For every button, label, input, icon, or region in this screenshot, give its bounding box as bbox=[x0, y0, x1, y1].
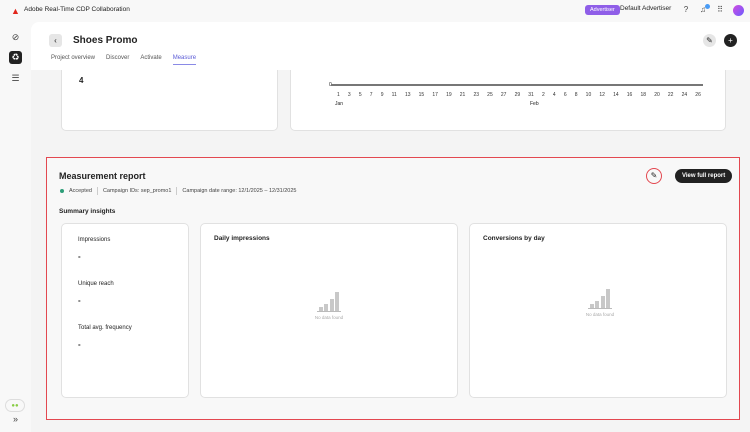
tab-bar: Project overview Discover Activate Measu… bbox=[51, 55, 197, 65]
metric-value: - bbox=[78, 340, 81, 349]
x-tick-label: 4 bbox=[552, 92, 556, 98]
status-text: Accepted bbox=[69, 188, 92, 194]
sidebar-collaboration-icon[interactable]: ♻ bbox=[9, 51, 22, 64]
x-tick-label: 10 bbox=[585, 92, 592, 98]
tab-measure[interactable]: Measure bbox=[172, 55, 197, 65]
edit-report-button[interactable]: ✎ bbox=[646, 168, 662, 184]
x-tick-label: 19 bbox=[446, 92, 452, 98]
tab-discover[interactable]: Discover bbox=[106, 55, 129, 65]
x-tick-label: 14 bbox=[613, 92, 619, 98]
x-tick-label: 13 bbox=[404, 92, 411, 98]
x-tick-label: 27 bbox=[500, 92, 507, 98]
account-switcher[interactable]: Default Advertiser bbox=[620, 5, 671, 12]
x-tick-label: 31 bbox=[528, 92, 534, 98]
x-axis-ticks: 1 3 5 7 9 11 13 15 17 19 21 23 25 27 29 31 2 4 6 8 10 12 14 16 1… bbox=[337, 92, 701, 98]
tab-activate[interactable]: Activate bbox=[140, 55, 161, 65]
x-tick-label: 29 bbox=[514, 92, 521, 98]
x-tick-label: 17 bbox=[432, 92, 438, 98]
page-header: ‹ Shoes Promo Project overview Discover … bbox=[31, 22, 750, 70]
main-panel: ‹ Shoes Promo Project overview Discover … bbox=[31, 22, 750, 432]
x-tick-label: 23 bbox=[473, 92, 480, 98]
month-label-jan: Jan bbox=[335, 101, 344, 107]
status-dot-icon bbox=[60, 189, 64, 193]
help-icon[interactable]: ? bbox=[681, 5, 691, 15]
metric-label: Impressions bbox=[78, 237, 111, 243]
expand-sidebar-icon[interactable]: » bbox=[9, 413, 22, 426]
view-full-report-button[interactable]: View full report bbox=[675, 169, 733, 183]
card-value: 4 bbox=[79, 76, 84, 85]
tab-project-overview[interactable]: Project overview bbox=[51, 55, 95, 65]
x-tick-label: 16 bbox=[626, 92, 633, 98]
x-tick-label: 11 bbox=[391, 92, 397, 98]
campaign-ids: Campaign IDs: sep_promo1 bbox=[102, 188, 172, 194]
x-tick-label: 2 bbox=[541, 92, 545, 98]
x-tick-label: 3 bbox=[347, 92, 351, 98]
x-tick-label: 15 bbox=[418, 92, 425, 98]
month-label-feb: Feb bbox=[530, 101, 539, 107]
x-tick-label: 26 bbox=[695, 92, 701, 98]
measurement-report-section: Measurement report Accepted Campaign IDs… bbox=[46, 157, 740, 420]
avatar[interactable] bbox=[733, 5, 744, 16]
edit-project-button[interactable]: ✎ bbox=[703, 34, 716, 47]
x-tick-label: 8 bbox=[574, 92, 578, 98]
chart-title: Daily impressions bbox=[214, 235, 270, 242]
page-title: Shoes Promo bbox=[73, 35, 138, 46]
empty-state: No data found bbox=[299, 292, 359, 320]
x-axis-line bbox=[331, 84, 703, 86]
conversions-card: Conversions by day No data found bbox=[469, 223, 727, 398]
apps-grid-icon[interactable]: ⠿ bbox=[715, 5, 725, 15]
empty-text: No data found bbox=[314, 315, 344, 320]
x-tick-label: 24 bbox=[681, 92, 688, 98]
x-tick-label: 9 bbox=[380, 92, 384, 98]
x-tick-label: 22 bbox=[667, 92, 674, 98]
daily-impressions-card: Daily impressions No data found bbox=[200, 223, 458, 398]
bar-chart-icon bbox=[588, 289, 612, 309]
bar-chart-icon bbox=[317, 292, 341, 312]
report-title: Measurement report bbox=[59, 171, 146, 181]
metric-label: Total avg. frequency bbox=[78, 325, 132, 331]
empty-text: No data found bbox=[585, 312, 615, 317]
x-tick-label: 21 bbox=[459, 92, 466, 98]
x-tick-label: 7 bbox=[369, 92, 373, 98]
x-tick-label: 1 bbox=[337, 92, 340, 98]
empty-state: No data found bbox=[570, 289, 630, 317]
x-tick-label: 12 bbox=[599, 92, 605, 98]
metrics-card: Impressions - Unique reach - Total avg. … bbox=[61, 223, 189, 398]
x-tick-label: 18 bbox=[640, 92, 647, 98]
summary-insights-title: Summary insights bbox=[59, 208, 116, 215]
adobe-logo-icon: ▲ bbox=[11, 6, 20, 16]
report-meta: Accepted Campaign IDs: sep_promo1 Campai… bbox=[60, 187, 297, 195]
top-bar: ▲ Adobe Real-Time CDP Collaboration Adve… bbox=[0, 0, 750, 22]
x-tick-label: 25 bbox=[487, 92, 493, 98]
notification-dot bbox=[705, 4, 710, 9]
campaign-date-range: Campaign date range: 12/1/2025 – 12/31/2… bbox=[182, 188, 297, 194]
x-tick-label: 5 bbox=[358, 92, 362, 98]
x-tick-label: 6 bbox=[563, 92, 567, 98]
x-tick-label: 20 bbox=[654, 92, 660, 98]
metric-value: - bbox=[78, 252, 81, 261]
metric-value: - bbox=[78, 296, 81, 305]
back-button[interactable]: ‹ bbox=[49, 34, 62, 47]
add-button[interactable]: + bbox=[724, 34, 737, 47]
sidebar-data-icon[interactable]: ☰ bbox=[9, 72, 22, 85]
role-badge: Advertiser bbox=[585, 5, 620, 15]
app-title: Adobe Real-Time CDP Collaboration bbox=[24, 6, 130, 13]
feedback-icon[interactable]: ●● bbox=[5, 399, 25, 412]
metric-label: Unique reach bbox=[78, 281, 114, 287]
chart-title: Conversions by day bbox=[483, 235, 545, 242]
sidebar-compass-icon[interactable]: ⊘ bbox=[9, 31, 22, 44]
